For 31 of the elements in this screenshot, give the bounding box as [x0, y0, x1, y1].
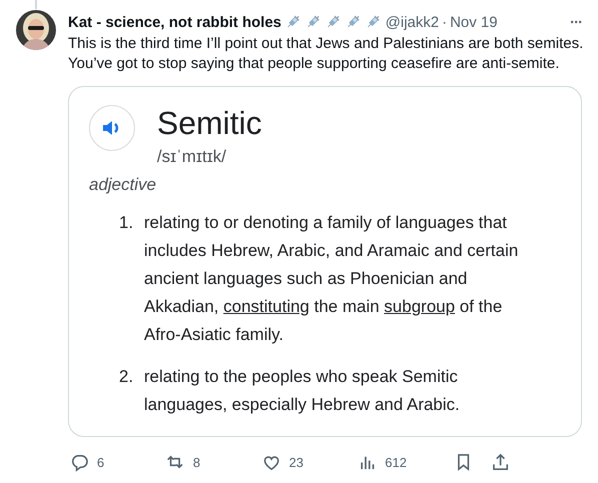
pronunciation: /sɪˈmɪtɪk/: [157, 147, 228, 167]
definition-link[interactable]: constituting: [223, 297, 310, 316]
image-card[interactable]: [68, 86, 582, 437]
author-name[interactable]: Kat - science, not rabbit holes: [68, 14, 282, 30]
definition-text: relating to or denoting a family of languages that includes Hebrew, Arabic, and Aramaic and certain ancient languages such as Phoenician and Akkadian, constituting the main subgroup of the Afro-Asiatic family.: [144, 212, 520, 346]
syringe-icon: [345, 14, 362, 30]
definition-link[interactable]: subgroup: [384, 297, 455, 316]
reply-button[interactable]: 6: [70, 452, 166, 472]
like-button[interactable]: 23: [262, 452, 358, 472]
separator: ·: [442, 14, 447, 30]
avatar[interactable]: [16, 10, 56, 50]
syringe-icon: [325, 14, 342, 30]
speaker-button[interactable]: [89, 105, 135, 151]
post-text: This is the third time I’ll point out that Jews and Palestinians are both semites.: [68, 34, 582, 54]
more-icon[interactable]: ···: [570, 14, 582, 30]
post-text: You’ve got to stop saying that people supporting ceasefire are anti-semite.: [68, 54, 560, 74]
post-date[interactable]: Nov 19: [450, 14, 498, 30]
part-of-speech: adjective: [89, 175, 158, 195]
retweet-button[interactable]: 8: [166, 452, 262, 472]
views-button[interactable]: 612: [358, 452, 454, 472]
share-icon: [491, 452, 510, 472]
retweet-icon: [166, 452, 185, 472]
syringe-icon: [305, 14, 322, 30]
syringe-icon: [285, 14, 302, 30]
definition-number: 2.: [119, 366, 134, 388]
reply-icon: [70, 452, 89, 472]
definition-number: 1.: [119, 212, 134, 234]
author-handle[interactable]: @ijakk2: [385, 14, 439, 30]
headword: Semitic: [157, 105, 262, 141]
definition-text: relating to the peoples who speak Semitic languages, especially Hebrew and Arabic.: [144, 366, 461, 416]
syringe-icon: [365, 14, 382, 30]
